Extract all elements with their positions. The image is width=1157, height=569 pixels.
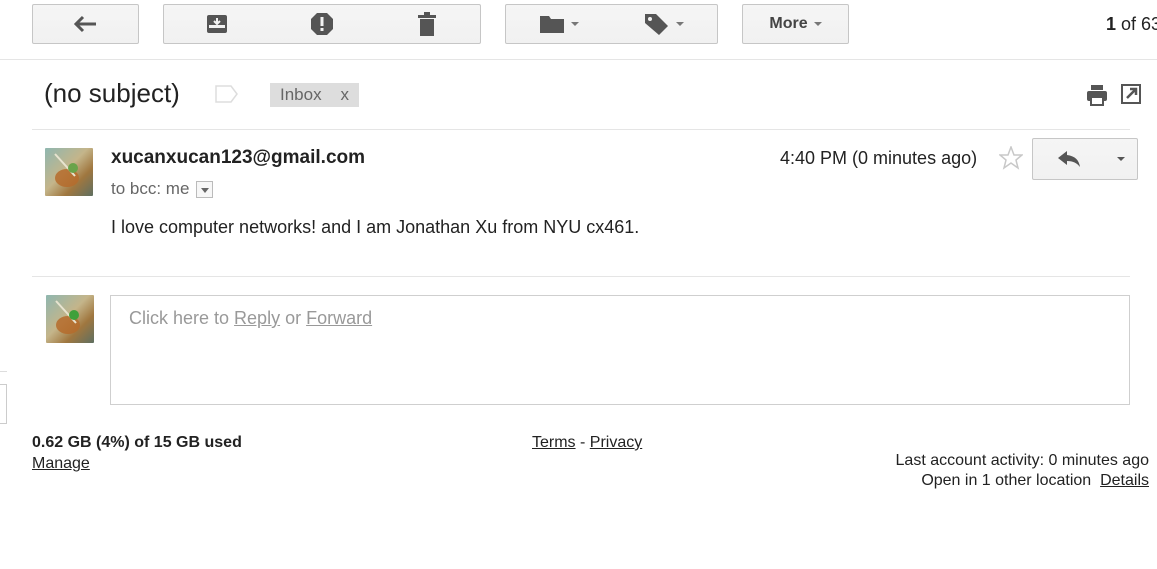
left-panel-edge (0, 384, 7, 424)
privacy-link[interactable]: Privacy (590, 434, 642, 451)
reply-box[interactable]: Click here to Reply or Forward (110, 295, 1130, 405)
move-to-button[interactable] (505, 4, 612, 44)
storage-usage: 0.62 GB (4%) of 15 GB used (32, 434, 242, 451)
print-icon[interactable] (1086, 84, 1108, 106)
reply-button[interactable] (1032, 138, 1106, 180)
folder-icon (539, 16, 564, 33)
pager: 1 of 63 (1106, 14, 1157, 35)
labels-button[interactable] (611, 4, 718, 44)
recipient-text: to bcc: me (111, 179, 190, 198)
new-window-icon[interactable] (1121, 84, 1141, 104)
report-spam-icon (310, 13, 333, 35)
archive-icon (206, 15, 227, 33)
pager-current: 1 (1106, 14, 1117, 34)
terms-link[interactable]: Terms (532, 434, 576, 451)
account-activity: Last account activity: 0 minutes ago (895, 452, 1149, 469)
page-title: (no subject) (44, 78, 180, 108)
chevron-down-icon (676, 22, 684, 26)
label-chip-inbox: Inbox x (270, 83, 359, 107)
report-spam-button[interactable] (269, 4, 375, 44)
sender-email[interactable]: xucanxucan123@gmail.com (111, 147, 365, 169)
reply-icon (1058, 151, 1080, 167)
user-avatar (46, 295, 94, 343)
delete-button[interactable] (374, 4, 481, 44)
show-details-button[interactable] (196, 180, 214, 198)
message-time: 4:40 PM (0 minutes ago) (780, 148, 978, 168)
divider (32, 276, 1130, 277)
divider (32, 129, 1130, 130)
message-body: I love computer networks! and I am Jonat… (111, 217, 640, 237)
other-locations-text: Open in 1 other location (921, 472, 1092, 489)
chevron-down-icon (1117, 157, 1125, 161)
archive-button[interactable] (163, 4, 270, 44)
divider (0, 59, 1157, 60)
more-label: More (769, 15, 808, 32)
reply-prompt: Click here to (129, 308, 235, 328)
trash-icon (418, 12, 436, 36)
details-link[interactable]: Details (1100, 472, 1149, 489)
label-chip-text: Inbox (280, 85, 322, 104)
more-button[interactable]: More (742, 4, 849, 44)
recipient-line: to bcc: me (111, 179, 214, 199)
pager-total: of 63 (1116, 14, 1157, 34)
legal-links: Terms - Privacy (532, 434, 642, 452)
divider (0, 371, 7, 372)
tag-icon (645, 14, 668, 35)
legal-separator: - (575, 434, 590, 451)
avatar-image (54, 153, 79, 187)
sender-avatar (45, 148, 93, 196)
reply-options-button[interactable] (1105, 138, 1138, 180)
important-marker-icon[interactable] (215, 85, 239, 103)
chevron-down-icon (570, 22, 579, 26)
reply-or: or (280, 308, 307, 328)
forward-link[interactable]: Forward (306, 308, 372, 328)
other-locations: Open in 1 other location Details (921, 472, 1149, 490)
back-arrow-icon (73, 15, 96, 33)
back-button[interactable] (32, 4, 139, 44)
star-icon[interactable] (999, 146, 1023, 170)
chevron-down-icon (813, 22, 822, 26)
manage-link[interactable]: Manage (32, 455, 90, 473)
remove-label-button[interactable]: x (341, 85, 350, 105)
reply-link[interactable]: Reply (234, 308, 280, 328)
avatar-image (55, 300, 80, 334)
